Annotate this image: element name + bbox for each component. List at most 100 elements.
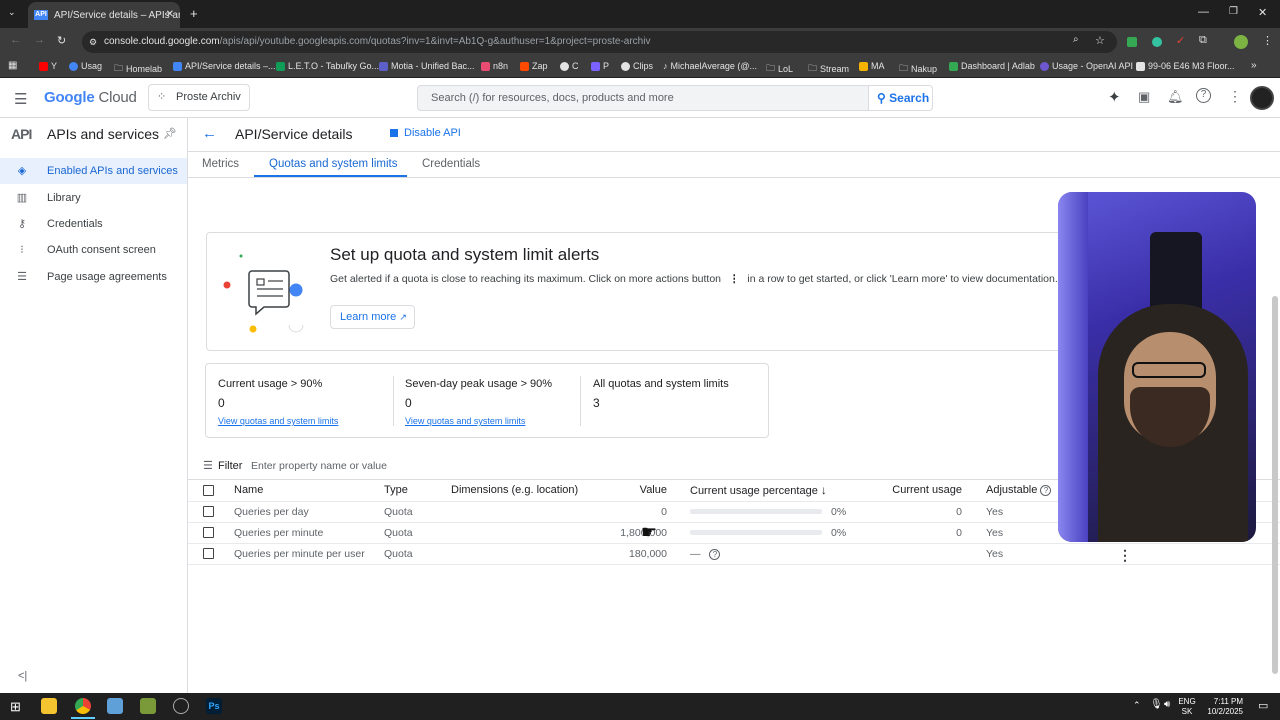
bookmark-item[interactable]: Usag [69, 61, 102, 71]
disable-api-button[interactable]: Disable API [390, 127, 461, 139]
more-bookmarks-icon[interactable]: » [1251, 60, 1257, 71]
sidebar-item-enabled-apis[interactable]: ◈ Enabled APIs and services [0, 158, 187, 184]
sidebar-item-page-usage[interactable]: ☰ Page usage agreements [0, 264, 187, 290]
col-type[interactable]: Type [384, 480, 451, 502]
file-explorer-icon[interactable] [41, 698, 57, 714]
collapse-sidebar-icon[interactable]: <| [18, 670, 27, 682]
project-picker[interactable]: ⁘ Proste Archiv [148, 84, 250, 111]
view-quotas-link[interactable]: View quotas and system limits [218, 416, 393, 426]
cloud-shell-icon[interactable]: ▣ [1138, 89, 1150, 105]
learn-more-button[interactable]: Learn more ↗ [330, 305, 415, 329]
language-indicator[interactable]: ENG SK [1177, 697, 1197, 717]
close-tab-icon[interactable]: ✕ [166, 9, 174, 20]
row-checkbox[interactable] [203, 506, 214, 518]
filter-input[interactable]: Enter property name or value [251, 460, 387, 472]
zoom-icon[interactable]: ⌕ [1073, 34, 1079, 45]
bookmark-folder[interactable]: 🗀 Nakup [899, 61, 937, 77]
sidebar-item-oauth[interactable]: ⁝ OAuth consent screen [0, 237, 187, 263]
col-usage-pct[interactable]: Current usage percentage ↓ [667, 480, 862, 502]
bookmark-item[interactable]: Clips [621, 61, 653, 71]
bookmark-item[interactable]: C [560, 61, 579, 71]
notification-center-icon[interactable]: ▭ [1258, 699, 1268, 712]
tab-metrics[interactable]: Metrics [202, 158, 239, 170]
notifications-bell-icon[interactable]: 🔔︎ [1167, 89, 1184, 105]
new-tab-icon[interactable]: + [190, 6, 198, 21]
browser-menu-icon[interactable]: ⋮ [1262, 34, 1273, 47]
bookmark-star-icon[interactable]: ☆ [1095, 34, 1105, 47]
table-row[interactable]: Queries per minute per user Quota 180,00… [188, 543, 1280, 565]
bookmark-item[interactable]: Y [39, 61, 57, 71]
help-icon[interactable]: ? [709, 548, 721, 560]
extension-red-icon[interactable]: ✓ [1176, 34, 1185, 47]
bookmark-item[interactable]: Zap [520, 61, 548, 71]
bookmark-folder[interactable]: 🗀 Stream [808, 61, 849, 77]
bookmark-item[interactable]: MA [859, 61, 885, 71]
bookmark-item[interactable]: Usage - OpenAI API [1040, 61, 1133, 71]
view-quotas-link[interactable]: View quotas and system limits [405, 416, 580, 426]
site-info-icon[interactable]: ⚙ [89, 31, 97, 53]
url-field[interactable]: ⚙ console.cloud.google.com/apis/api/yout… [82, 31, 1117, 53]
extensions-puzzle-icon[interactable]: ⧉ [1199, 34, 1207, 47]
tray-chevron-icon[interactable]: ⌃ [1133, 700, 1141, 711]
sidebar-item-library[interactable]: ▥ Library [0, 185, 187, 211]
microphone-icon[interactable]: 🎙︎ [1150, 699, 1163, 710]
back-icon[interactable]: ← [10, 34, 21, 46]
profile-avatar-icon[interactable] [1234, 35, 1248, 49]
row-checkbox[interactable] [203, 527, 214, 539]
clock[interactable]: 7:11 PM 10/2/2025 [1199, 697, 1243, 717]
extension-icon[interactable] [1127, 37, 1137, 47]
photoshop-icon[interactable]: Ps [206, 698, 222, 714]
search-input[interactable]: Search (/) for resources, docs, products… [417, 85, 869, 111]
bookmark-folder[interactable]: 🗀 Homelab [114, 61, 162, 77]
account-avatar[interactable] [1250, 86, 1274, 110]
forward-icon[interactable]: → [34, 34, 45, 46]
app-icon[interactable] [140, 698, 156, 714]
col-value[interactable]: Value [611, 480, 667, 502]
browser-tab-active[interactable]: API API/Service details – APIs and s ✕ [28, 2, 180, 28]
bookmark-item[interactable]: ♪ MichaelAverage (@... [663, 61, 757, 71]
bookmark-label: 99-06 E46 M3 Floor... [1148, 61, 1235, 71]
select-all-checkbox[interactable] [203, 484, 214, 496]
usage-bar [690, 530, 822, 536]
chrome-icon[interactable] [75, 698, 91, 714]
close-window-icon[interactable]: ✕ [1258, 6, 1267, 19]
windows-start-icon[interactable]: ⊞ [10, 699, 21, 715]
reload-icon[interactable]: ↻ [57, 34, 66, 47]
help-icon[interactable]: ? [1040, 485, 1052, 497]
tab-search-icon[interactable]: ⌄ [8, 7, 16, 18]
app-icon[interactable] [173, 698, 189, 714]
bookmark-item[interactable]: n8n [481, 61, 508, 71]
help-icon[interactable]: ? [1196, 88, 1211, 103]
active-tab-indicator [254, 175, 407, 177]
extension-grammarly-icon[interactable] [1152, 37, 1162, 47]
bookmark-item[interactable]: Motia - Unified Bac... [379, 61, 475, 71]
apps-grid-icon[interactable]: ▦ [8, 60, 17, 71]
more-options-icon[interactable]: ⋮ [1228, 88, 1242, 105]
sidebar-item-credentials[interactable]: ⚷ Credentials [0, 211, 187, 237]
search-button[interactable]: ⚲ Search [869, 85, 933, 111]
col-dimensions[interactable]: Dimensions (e.g. location) [451, 480, 611, 502]
bookmark-item[interactable]: L.E.T.O - Tabuľky Go... [276, 61, 379, 71]
bookmark-item[interactable]: API/Service details –... [173, 61, 276, 71]
col-current-usage[interactable]: Current usage [862, 480, 962, 502]
col-name[interactable]: Name [234, 480, 384, 502]
minimize-icon[interactable]: — [1198, 6, 1209, 18]
app-icon[interactable] [107, 698, 123, 714]
stat-label: Seven-day peak usage > 90% [405, 378, 553, 390]
pin-icon[interactable]: 📌︎ [163, 127, 177, 140]
row-actions-icon[interactable]: ⋮ [1118, 547, 1132, 564]
bookmark-item[interactable]: Dashboard | Adlab [949, 61, 1035, 71]
google-cloud-logo[interactable]: Google Cloud [44, 89, 137, 106]
bookmark-item[interactable]: P [591, 61, 609, 71]
hamburger-menu-icon[interactable]: ☰ [14, 90, 27, 108]
tab-credentials[interactable]: Credentials [422, 158, 480, 170]
tab-quotas[interactable]: Quotas and system limits [269, 158, 397, 170]
row-checkbox[interactable] [203, 548, 214, 560]
scrollbar[interactable] [1272, 296, 1278, 674]
bookmark-folder[interactable]: 🗀 LoL [766, 61, 793, 77]
restore-icon[interactable]: ❐ [1229, 6, 1238, 17]
bookmark-item[interactable]: 99-06 E46 M3 Floor... [1136, 61, 1235, 71]
gemini-sparkle-icon[interactable]: ✦ [1108, 88, 1121, 106]
volume-icon[interactable]: 🔊︎ [1164, 699, 1170, 710]
back-arrow-icon[interactable]: ← [202, 125, 217, 142]
